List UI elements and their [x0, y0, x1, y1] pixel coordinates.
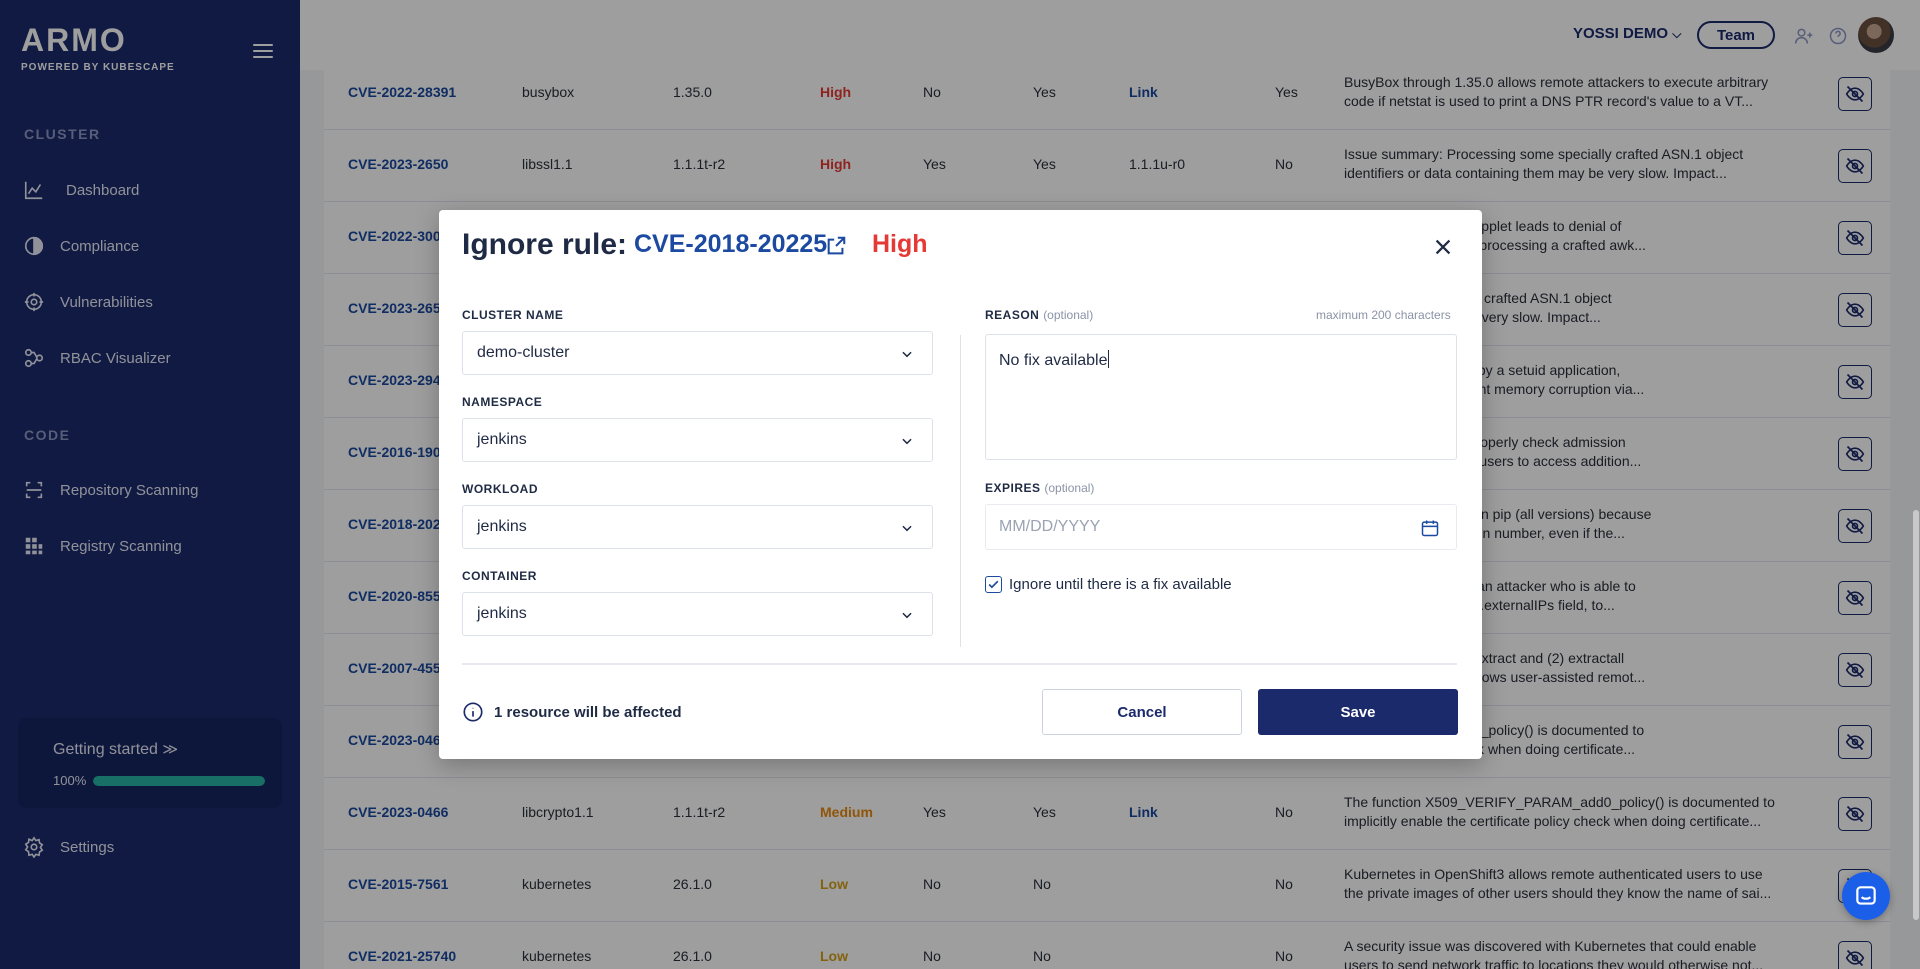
- column-divider: [960, 335, 961, 647]
- namespace-label: NAMESPACE: [462, 395, 543, 409]
- check-icon: [988, 580, 999, 589]
- cluster-name-select[interactable]: demo-cluster: [462, 331, 933, 375]
- workload-value: jenkins: [477, 518, 527, 535]
- external-link-icon[interactable]: [825, 235, 847, 257]
- save-button[interactable]: Save: [1258, 689, 1458, 735]
- scrollbar[interactable]: [1913, 510, 1919, 920]
- severity-label: High: [872, 230, 928, 258]
- container-label: CONTAINER: [462, 569, 537, 583]
- namespace-value: jenkins: [477, 431, 527, 448]
- affected-resources-text: 1 resource will be affected: [494, 704, 682, 721]
- dialog-title: Ignore rule:: [462, 228, 628, 261]
- cve-link[interactable]: CVE-2018-20225: [634, 230, 827, 259]
- workload-select[interactable]: jenkins: [462, 505, 933, 549]
- chevron-down-icon: [902, 525, 912, 532]
- max-characters-hint: maximum 200 characters: [1316, 308, 1451, 322]
- expires-label: EXPIRES (optional): [985, 481, 1095, 495]
- cluster-name-value: demo-cluster: [477, 344, 570, 361]
- footer-divider: [462, 663, 1457, 665]
- close-icon[interactable]: [1432, 236, 1454, 258]
- cancel-button[interactable]: Cancel: [1042, 689, 1242, 735]
- fix-available-checkbox[interactable]: [985, 576, 1002, 593]
- text-caret: [1107, 350, 1109, 368]
- namespace-select[interactable]: jenkins: [462, 418, 933, 462]
- chevron-down-icon: [902, 351, 912, 358]
- info-icon: [463, 702, 483, 722]
- workload-label: WORKLOAD: [462, 482, 538, 496]
- chat-support-button[interactable]: [1842, 872, 1890, 920]
- fix-available-label[interactable]: Ignore until there is a fix available: [1009, 576, 1232, 593]
- container-value: jenkins: [477, 605, 527, 622]
- container-select[interactable]: jenkins: [462, 592, 933, 636]
- calendar-icon[interactable]: [1420, 518, 1440, 538]
- chevron-down-icon: [902, 438, 912, 445]
- reason-textarea[interactable]: No fix available: [985, 334, 1457, 460]
- chevron-down-icon: [902, 612, 912, 619]
- reason-label: REASON (optional): [985, 308, 1094, 322]
- cluster-name-label: CLUSTER NAME: [462, 308, 564, 322]
- date-placeholder: MM/DD/YYYY: [999, 518, 1101, 535]
- expires-date-input[interactable]: MM/DD/YYYY: [985, 504, 1457, 550]
- chat-icon: [1856, 886, 1876, 905]
- ignore-rule-dialog: Ignore rule: CVE-2018-20225 High CLUSTER…: [439, 210, 1482, 759]
